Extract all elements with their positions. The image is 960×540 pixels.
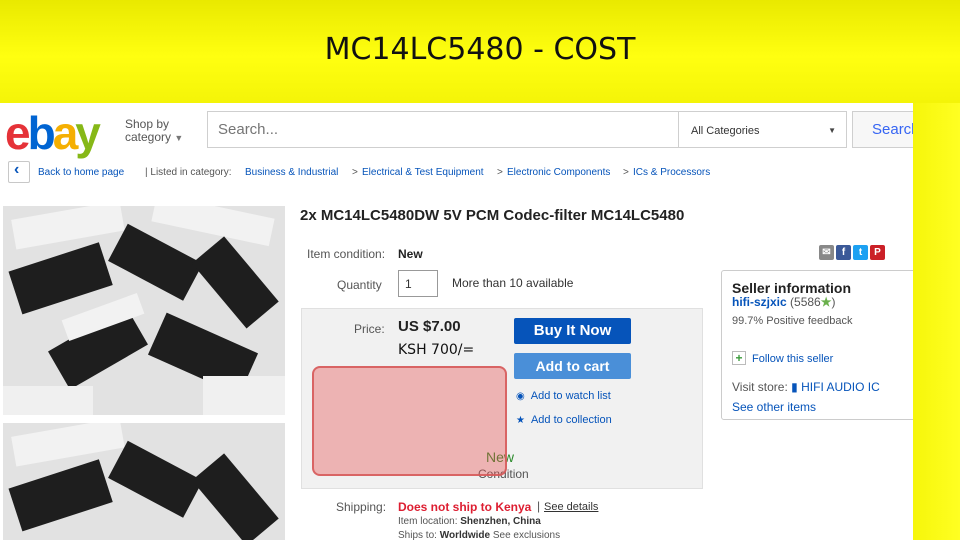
slide-right-band: [913, 103, 960, 540]
add-to-cart-button[interactable]: Add to cart: [514, 353, 631, 379]
shop-by-line2: category: [125, 130, 172, 144]
caret-down-icon: ▼: [828, 126, 836, 135]
visit-store: Visit store: ▮ HIFI AUDIO IC: [732, 380, 880, 394]
quantity-input[interactable]: 1: [398, 270, 438, 297]
seller-score-close: ): [831, 295, 836, 309]
breadcrumb-item-components[interactable]: Electronic Components: [507, 167, 610, 178]
follow-seller-label: Follow this seller: [752, 353, 834, 365]
email-icon[interactable]: ✉: [819, 245, 834, 260]
price-label: Price:: [354, 322, 385, 336]
slide-title: MC14LC5480 - COST: [324, 32, 636, 67]
logo-letter-y: y: [75, 107, 101, 159]
logo-letter-e: e: [5, 107, 31, 159]
seller-score: (5586: [790, 295, 821, 309]
shipping-label: Shipping:: [336, 500, 387, 514]
listed-in-label: | Listed in category:: [145, 167, 232, 178]
ebay-screenshot: ebay Shop by category ▼ All Categories ▼…: [0, 103, 913, 540]
highlight-overlay: [312, 366, 507, 476]
logo-letter-a: a: [52, 107, 79, 159]
breadcrumb-separator: >: [352, 167, 358, 178]
star-icon: ★: [820, 295, 832, 309]
chevron-left-icon: ‹: [14, 161, 20, 178]
search-button[interactable]: Search: [852, 111, 913, 148]
ebay-logo[interactable]: ebay: [5, 106, 101, 160]
shipping-value: Does not ship to Kenya: [398, 500, 532, 514]
price-value: US $7.00: [398, 318, 461, 335]
follow-seller-link[interactable]: + Follow this seller: [732, 351, 833, 365]
buy-it-now-button[interactable]: Buy It Now: [514, 318, 631, 344]
breadcrumb-separator: >: [497, 167, 503, 178]
search-input[interactable]: [207, 111, 679, 148]
category-select-value: All Categories: [691, 125, 760, 137]
star-icon: ★: [516, 415, 525, 426]
seller-name-link[interactable]: hifi-szjxic: [732, 295, 787, 309]
quantity-label: Quantity: [337, 278, 382, 292]
item-location: Item location: Shenzhen, China: [398, 516, 541, 527]
see-exclusions-link[interactable]: See exclusions: [493, 530, 560, 540]
store-icon: ▮: [791, 380, 798, 394]
see-other-items-link[interactable]: See other items: [732, 400, 816, 414]
twitter-icon[interactable]: t: [853, 245, 868, 260]
logo-letter-b: b: [27, 107, 56, 159]
watch-list-label: Add to watch list: [530, 390, 611, 402]
price-ksh-annotation: KSH 700/=: [398, 342, 475, 358]
eye-icon: ◉: [516, 391, 525, 402]
slide-header: MC14LC5480 - COST: [0, 0, 960, 103]
ships-to-value: Worldwide: [439, 530, 491, 540]
breadcrumb-item-business[interactable]: Business & Industrial: [245, 167, 338, 178]
product-photo-thumbnail[interactable]: [3, 423, 285, 540]
availability-text: More than 10 available: [452, 276, 574, 290]
condition-label: Item condition:: [307, 247, 386, 261]
seller-title: Seller information: [732, 280, 852, 296]
add-to-watch-list-link[interactable]: ◉ Add to watch list: [516, 390, 611, 402]
location-label: Item location:: [398, 516, 458, 527]
share-icons: ✉ f t P: [819, 245, 887, 263]
see-details-link[interactable]: See details: [544, 501, 598, 513]
store-name-link[interactable]: HIFI AUDIO IC: [801, 380, 880, 394]
collection-label: Add to collection: [530, 414, 612, 426]
breadcrumb-separator: >: [623, 167, 629, 178]
plus-icon: +: [732, 351, 746, 365]
condition-value: New: [398, 247, 423, 261]
seller-name-line: hifi-szjxic (5586★): [732, 295, 836, 309]
facebook-icon[interactable]: f: [836, 245, 851, 260]
category-select[interactable]: All Categories ▼: [679, 111, 847, 148]
breadcrumb-item-electrical[interactable]: Electrical & Test Equipment: [362, 167, 484, 178]
back-to-home-link[interactable]: Back to home page: [38, 167, 124, 178]
item-title: 2x MC14LC5480DW 5V PCM Codec-filter MC14…: [300, 207, 685, 224]
visit-store-label: Visit store:: [732, 380, 788, 394]
chevron-down-icon: ▼: [174, 133, 184, 143]
product-photo-main[interactable]: [3, 206, 285, 415]
location-value: Shenzhen, China: [460, 516, 541, 527]
ships-to: Ships to: Worldwide See exclusions: [398, 530, 560, 540]
shop-by-category[interactable]: Shop by category ▼: [125, 118, 183, 145]
back-button[interactable]: ‹: [8, 161, 30, 183]
pinterest-icon[interactable]: P: [870, 245, 885, 260]
add-to-collection-link[interactable]: ★ Add to collection: [516, 414, 612, 426]
ships-to-label: Ships to:: [398, 530, 437, 540]
breadcrumb-item-ics[interactable]: ICs & Processors: [633, 167, 710, 178]
shipping-separator: |: [537, 499, 541, 513]
seller-feedback: 99.7% Positive feedback: [732, 315, 853, 327]
